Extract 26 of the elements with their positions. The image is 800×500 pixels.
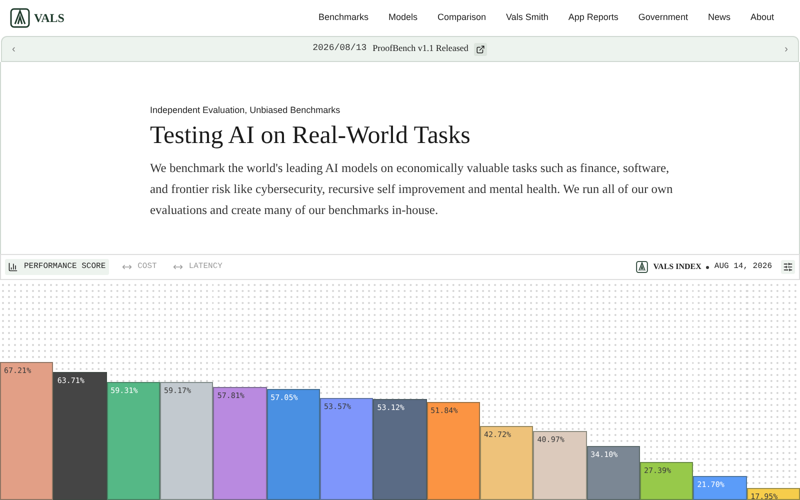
nav-link[interactable]: News — [708, 11, 730, 25]
external-link-icon[interactable] — [474, 42, 488, 56]
hero-description: We benchmark the world's leading AI models on economically valuable tasks such as finance, software, and frontier risk like cybersecurity, recursive self improvement and mental health. We run all of our own evaluations and create many of our benchmarks in-house. — [150, 160, 674, 219]
hero-title: Testing AI on Real-World Tasks — [150, 120, 472, 150]
index-date: AUG 14, 2026 — [714, 261, 772, 273]
settings-button[interactable] — [781, 260, 795, 274]
nav-link[interactable]: App Reports — [568, 11, 618, 25]
horizontal-arrows-icon — [172, 262, 183, 272]
eyebrow-text: Independent Evaluation, Unbiased Benchmarks — [150, 104, 342, 117]
announcement-text: ProofBench v1.1 Released — [372, 42, 468, 56]
announcement-date: 2026/08/13 — [312, 42, 367, 56]
logo-icon — [10, 8, 30, 28]
logo-icon — [636, 261, 648, 273]
horizontal-arrows-icon — [122, 262, 132, 272]
nav-link[interactable]: Vals Smith — [506, 11, 548, 25]
chart-tab[interactable]: PERFORMANCE SCORE — [5, 259, 109, 275]
nav-link[interactable]: Government — [638, 11, 688, 25]
index-label: VALS INDEX — [653, 261, 702, 273]
nav-link[interactable]: About — [750, 11, 774, 25]
nav-link[interactable]: Benchmarks — [318, 11, 368, 25]
next-button[interactable]: › — [784, 42, 788, 56]
previous-button[interactable]: ‹ — [12, 42, 16, 56]
nav-link[interactable]: Comparison — [438, 11, 486, 25]
bar-chart-icon — [8, 262, 18, 272]
logo-text[interactable]: VALS — [34, 9, 64, 27]
nav-link[interactable]: Models — [388, 11, 418, 25]
